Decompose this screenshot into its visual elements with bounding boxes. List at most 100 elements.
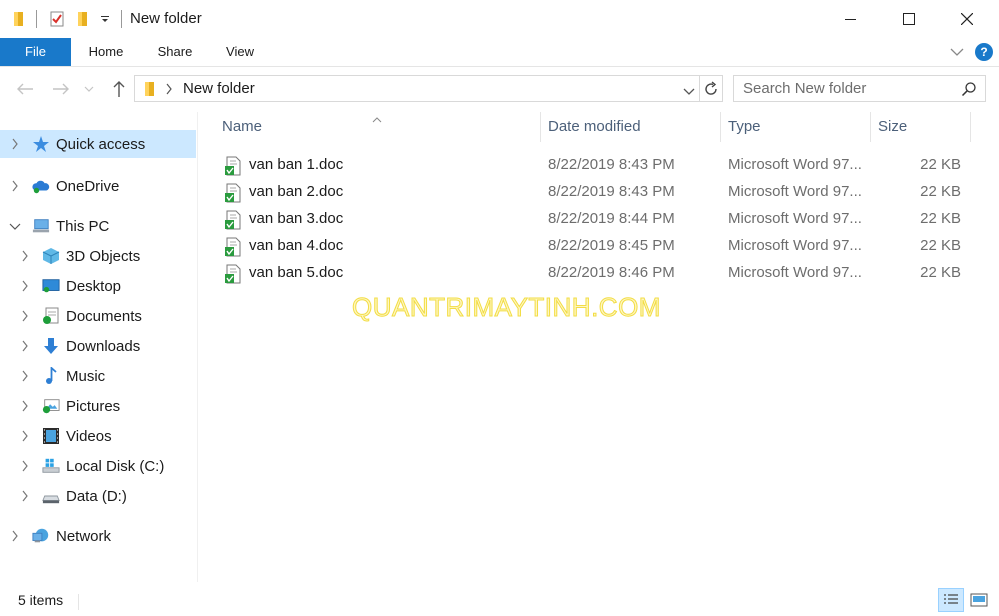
file-date: 8/22/2019 8:46 PM [548, 264, 675, 281]
sidebar-item-music[interactable]: Music [0, 362, 196, 390]
folder-icon [143, 80, 157, 101]
file-row[interactable]: van ban 2.doc 8/22/2019 8:43 PM Microsof… [218, 179, 970, 206]
sidebar-item-pictures[interactable]: Pictures [0, 392, 196, 420]
column-header-type[interactable]: Type [728, 112, 868, 142]
sidebar-item-desktop[interactable]: Desktop [0, 272, 196, 300]
column-divider[interactable] [970, 112, 971, 142]
help-icon[interactable]: ? [975, 43, 993, 61]
watermark: QUANTRIMAYTINH.COM [352, 292, 661, 323]
chevron-right-icon[interactable] [18, 429, 32, 443]
file-type: Microsoft Word 97... [728, 237, 862, 254]
sidebar-item-quick-access[interactable]: Quick access [0, 130, 196, 158]
column-divider[interactable] [720, 112, 721, 142]
file-row[interactable]: van ban 3.doc 8/22/2019 8:44 PM Microsof… [218, 206, 970, 233]
file-name: van ban 2.doc [249, 183, 344, 200]
item-count: 5 items [18, 592, 64, 608]
refresh-button[interactable] [700, 75, 723, 102]
toolbar-divider [36, 10, 37, 28]
breadcrumb-new-folder[interactable]: New folder [183, 80, 255, 97]
close-button[interactable] [938, 0, 996, 38]
sidebar-item-onedrive[interactable]: OneDrive [0, 172, 196, 200]
expand-ribbon-icon[interactable] [948, 43, 966, 61]
file-date: 8/22/2019 8:44 PM [548, 210, 675, 227]
sidebar-item-label: Music [66, 367, 106, 385]
file-row[interactable]: van ban 5.doc 8/22/2019 8:46 PM Microsof… [218, 260, 970, 287]
column-divider[interactable] [540, 112, 541, 142]
minimize-button[interactable] [822, 0, 880, 38]
file-size: 22 KB [920, 210, 961, 227]
file-date: 8/22/2019 8:45 PM [548, 237, 675, 254]
path-separator-chevron-icon[interactable] [165, 82, 173, 98]
tab-view[interactable]: View [218, 38, 262, 66]
sidebar-item-local-disk-c[interactable]: Local Disk (C:) [0, 452, 196, 480]
sidebar-item-data-d[interactable]: Data (D:) [0, 482, 196, 510]
sidebar-item-label: Downloads [66, 337, 141, 355]
status-divider [78, 594, 79, 610]
window-title: New folder [130, 10, 202, 27]
column-divider[interactable] [870, 112, 871, 142]
new-folder-icon[interactable] [74, 10, 92, 28]
chevron-right-icon[interactable] [8, 137, 22, 151]
sidebar-item-label: Local Disk (C:) [66, 457, 165, 475]
forward-arrow-icon[interactable] [50, 78, 72, 100]
chevron-right-icon[interactable] [18, 399, 32, 413]
chevron-right-icon[interactable] [8, 529, 22, 543]
navigation-pane: Quick access OneDrive This PC 3D Objects… [0, 112, 198, 582]
title-bar: New folder [0, 0, 999, 38]
details-view-button[interactable] [938, 588, 964, 612]
cube-icon [42, 247, 60, 265]
title-divider [121, 10, 122, 28]
sidebar-item-network[interactable]: Network [0, 522, 196, 550]
sidebar-item-3d-objects[interactable]: 3D Objects [0, 242, 196, 270]
recent-locations-chevron-icon[interactable] [82, 78, 96, 100]
search-box[interactable]: Search New folder [733, 75, 986, 102]
network-icon [32, 527, 50, 545]
large-icons-view-button[interactable] [966, 588, 992, 612]
tab-file[interactable]: File [0, 38, 71, 66]
chevron-right-icon[interactable] [18, 459, 32, 473]
chevron-right-icon[interactable] [18, 249, 32, 263]
address-history-chevron-icon[interactable] [683, 84, 695, 100]
sidebar-item-downloads[interactable]: Downloads [0, 332, 196, 360]
file-row[interactable]: van ban 1.doc 8/22/2019 8:43 PM Microsof… [218, 152, 970, 179]
file-size: 22 KB [920, 156, 961, 173]
maximize-button[interactable] [880, 0, 938, 38]
file-name: van ban 5.doc [249, 264, 344, 281]
file-date: 8/22/2019 8:43 PM [548, 156, 675, 173]
minimize-icon [845, 19, 856, 20]
drive-icon [42, 487, 60, 505]
chevron-down-icon[interactable] [8, 219, 22, 233]
up-arrow-icon[interactable] [108, 78, 130, 100]
chevron-right-icon[interactable] [18, 279, 32, 293]
address-bar[interactable]: New folder [134, 75, 700, 102]
computer-icon [32, 217, 50, 235]
chevron-right-icon[interactable] [18, 369, 32, 383]
word-document-icon [224, 264, 242, 284]
back-arrow-icon[interactable] [14, 78, 36, 100]
chevron-right-icon[interactable] [18, 489, 32, 503]
file-type: Microsoft Word 97... [728, 264, 862, 281]
sidebar-item-videos[interactable]: Videos [0, 422, 196, 450]
file-row[interactable]: van ban 4.doc 8/22/2019 8:45 PM Microsof… [218, 233, 970, 260]
file-size: 22 KB [920, 237, 961, 254]
file-name: van ban 4.doc [249, 237, 344, 254]
tab-home[interactable]: Home [80, 38, 132, 66]
large-icons-view-icon [970, 593, 988, 607]
chevron-right-icon[interactable] [8, 179, 22, 193]
column-header-date-modified[interactable]: Date modified [548, 112, 718, 142]
column-header-size[interactable]: Size [878, 112, 968, 142]
windows-drive-icon [42, 457, 60, 475]
cloud-icon [32, 177, 50, 195]
tab-share[interactable]: Share [150, 38, 200, 66]
column-header-name[interactable]: Name [222, 112, 538, 142]
customize-dropdown-icon[interactable] [96, 10, 114, 28]
search-icon[interactable] [961, 81, 977, 97]
sidebar-item-documents[interactable]: Documents [0, 302, 196, 330]
chevron-right-icon[interactable] [18, 339, 32, 353]
folder-icon[interactable] [10, 10, 28, 28]
download-icon [42, 337, 60, 355]
properties-icon[interactable] [48, 10, 66, 28]
sidebar-item-label: Pictures [66, 397, 121, 415]
chevron-right-icon[interactable] [18, 309, 32, 323]
sidebar-item-this-pc[interactable]: This PC [0, 212, 196, 240]
